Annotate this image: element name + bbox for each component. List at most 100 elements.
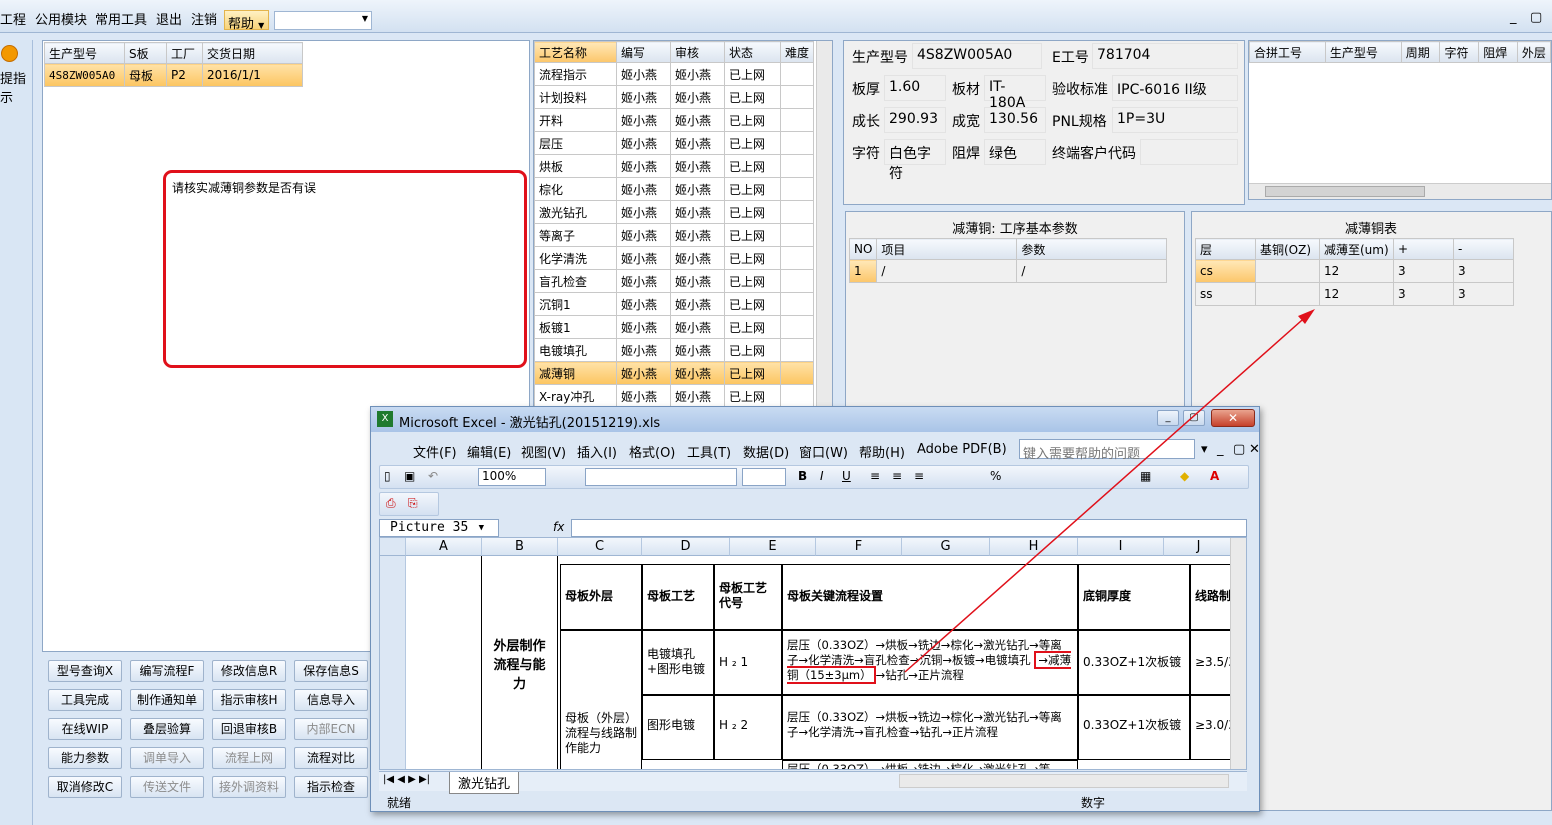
pdf-mail-icon[interactable]: ⎘: [408, 496, 418, 511]
scroll-thumb[interactable]: [1265, 186, 1425, 197]
hdr-cell[interactable]: 底铜厚度: [1078, 564, 1190, 630]
column-header[interactable]: E: [730, 538, 816, 556]
font-color-icon[interactable]: A: [1210, 469, 1219, 483]
c-cell[interactable]: 母板（外层）流程与线路制作能力: [560, 630, 642, 769]
table-row[interactable]: 流程指示 姬小燕 姬小燕 已上网: [534, 62, 815, 86]
col-header[interactable]: 难度: [779, 41, 815, 63]
align-right-icon[interactable]: ≡: [914, 469, 924, 483]
col-header[interactable]: 工厂: [166, 42, 203, 64]
action-button[interactable]: 内部ECN: [294, 718, 368, 740]
menu-exit[interactable]: 退出: [156, 9, 182, 28]
excel-menu-item[interactable]: 工具(T): [687, 442, 731, 461]
column-header[interactable]: H: [990, 538, 1078, 556]
customer-field[interactable]: [1140, 139, 1238, 165]
excel-menu-item[interactable]: 编辑(E): [467, 442, 511, 461]
column-header[interactable]: A: [406, 538, 482, 556]
spreadsheet[interactable]: ABCDEFGHIJ 外层制作流程与能力 母板外层 母板工艺 母板工艺代号 母板…: [379, 537, 1247, 770]
table-row[interactable]: 烘板 姬小燕 姬小燕 已上网: [534, 154, 815, 178]
v-scrollbar[interactable]: [1230, 538, 1246, 769]
col-header[interactable]: 周期: [1400, 41, 1441, 63]
name-box[interactable]: Picture 35 ▼: [379, 519, 499, 537]
material-field[interactable]: IT-180A: [984, 75, 1046, 111]
close-icon[interactable]: ✕: [1211, 409, 1255, 427]
column-header[interactable]: G: [902, 538, 990, 556]
percent-icon[interactable]: %: [990, 469, 1001, 483]
table-row[interactable]: 板镀1 姬小燕 姬小燕 已上网: [534, 315, 815, 339]
excel-menu-item[interactable]: 文件(F): [413, 442, 457, 461]
data-cell[interactable]: 图形电镀: [642, 695, 714, 760]
data-cell[interactable]: 层压（0.33OZ）→烘板→铣边→棕化→激光钻孔→等: [782, 760, 1078, 769]
data-cell[interactable]: 0.33OZ+1次板镀: [1078, 695, 1190, 760]
italic-icon[interactable]: I: [820, 469, 824, 483]
maximize-icon[interactable]: ▢: [1183, 410, 1205, 426]
column-header[interactable]: J: [1164, 538, 1234, 556]
maximize-icon[interactable]: ▢: [1530, 10, 1542, 25]
hdr-cell[interactable]: 母板工艺代号: [714, 564, 782, 630]
align-left-icon[interactable]: ≡: [870, 469, 880, 483]
length-field[interactable]: 290.93: [884, 107, 946, 133]
fx-icon[interactable]: fx: [553, 520, 564, 534]
action-button[interactable]: 指示审核H: [212, 689, 286, 711]
action-button[interactable]: 流程对比: [294, 747, 368, 769]
action-button[interactable]: 调单导入: [130, 747, 204, 769]
action-button[interactable]: 叠层验算: [130, 718, 204, 740]
e-field[interactable]: 781704: [1092, 43, 1238, 69]
column-header[interactable]: F: [816, 538, 902, 556]
action-button[interactable]: 型号查询X: [48, 660, 122, 682]
pdf-icon[interactable]: ⎙: [386, 496, 396, 511]
data-cell[interactable]: H ₂ 2: [714, 695, 782, 760]
table-row[interactable]: cs 12 3 3: [1195, 259, 1514, 283]
cell-a[interactable]: [406, 556, 482, 769]
excel-menu-item[interactable]: 数据(D): [743, 442, 789, 461]
table-row[interactable]: 4S8ZW005A0 母板 P2 2016/1/1: [44, 63, 303, 87]
col-header[interactable]: 项目: [876, 238, 1018, 260]
excel-menu-item[interactable]: 帮助(H): [859, 442, 905, 461]
action-button[interactable]: 回退审核B: [212, 718, 286, 740]
close-icon[interactable]: ✕: [1249, 442, 1260, 457]
col-header[interactable]: 审核: [670, 41, 725, 63]
action-button[interactable]: 传送文件: [130, 776, 204, 798]
excel-menu-item[interactable]: 格式(O): [629, 442, 675, 461]
menu-logout[interactable]: 注销: [191, 9, 217, 28]
action-button[interactable]: 流程上网: [212, 747, 286, 769]
menu-engineering[interactable]: 工程: [0, 9, 26, 28]
excel-menu-item[interactable]: 窗口(W): [799, 442, 848, 461]
table-row[interactable]: 1 / /: [848, 259, 1168, 283]
col-header[interactable]: NO: [848, 238, 878, 260]
data-cell[interactable]: 电镀填孔+图形电镀: [642, 630, 714, 695]
table-row[interactable]: 减薄铜 姬小燕 姬小燕 已上网: [534, 361, 815, 385]
bold-icon[interactable]: B: [798, 469, 807, 483]
hdr-cell[interactable]: 母板工艺: [642, 564, 714, 630]
tab-nav-icons[interactable]: |◀ ◀ ▶ ▶|: [383, 774, 430, 785]
col-header[interactable]: 字符: [1439, 41, 1480, 63]
action-button[interactable]: 修改信息R: [212, 660, 286, 682]
table-row[interactable]: 盲孔检查 姬小燕 姬小燕 已上网: [534, 269, 815, 293]
new-icon[interactable]: ▯: [384, 469, 391, 483]
table-row[interactable]: X-ray冲孔 姬小燕 姬小燕 已上网: [534, 384, 815, 408]
action-button[interactable]: 指示检查: [294, 776, 368, 798]
menu-help[interactable]: 帮助 ▼: [224, 10, 269, 32]
std-field[interactable]: IPC-6016 II级: [1112, 75, 1238, 101]
excel-titlebar[interactable]: X Microsoft Excel - 激光钻孔(20151219).xls _…: [371, 407, 1259, 432]
align-center-icon[interactable]: ≡: [892, 469, 902, 483]
table-row[interactable]: ss 12 3 3: [1195, 282, 1514, 306]
action-button[interactable]: 信息导入: [294, 689, 368, 711]
col-header[interactable]: S板: [124, 42, 167, 64]
action-button[interactable]: 接外调资料: [212, 776, 286, 798]
table-row[interactable]: 激光钻孔 姬小燕 姬小燕 已上网: [534, 200, 815, 224]
col-header[interactable]: 基铜(OZ): [1255, 238, 1320, 260]
table-row[interactable]: 电镀填孔 姬小燕 姬小燕 已上网: [534, 338, 815, 362]
table-row[interactable]: 计划投料 姬小燕 姬小燕 已上网: [534, 85, 815, 109]
tab-sheet[interactable]: 激光钻孔: [449, 772, 520, 794]
menu-common-tools[interactable]: 常用工具: [95, 9, 147, 28]
col-header[interactable]: 减薄至(um): [1319, 238, 1394, 260]
formula-bar[interactable]: [571, 519, 1247, 537]
action-button[interactable]: 能力参数: [48, 747, 122, 769]
action-button[interactable]: 编写流程F: [130, 660, 204, 682]
col-header[interactable]: 合拼工号: [1249, 41, 1326, 63]
table-row[interactable]: 化学清洗 姬小燕 姬小燕 已上网: [534, 246, 815, 270]
data-cell[interactable]: 0.33OZ+1次板镀: [1078, 630, 1190, 695]
data-cell[interactable]: H ₂ 1: [714, 630, 782, 695]
table-row[interactable]: 沉铜1 姬小燕 姬小燕 已上网: [534, 292, 815, 316]
hdr-cell[interactable]: 母板关键流程设置: [782, 564, 1078, 630]
